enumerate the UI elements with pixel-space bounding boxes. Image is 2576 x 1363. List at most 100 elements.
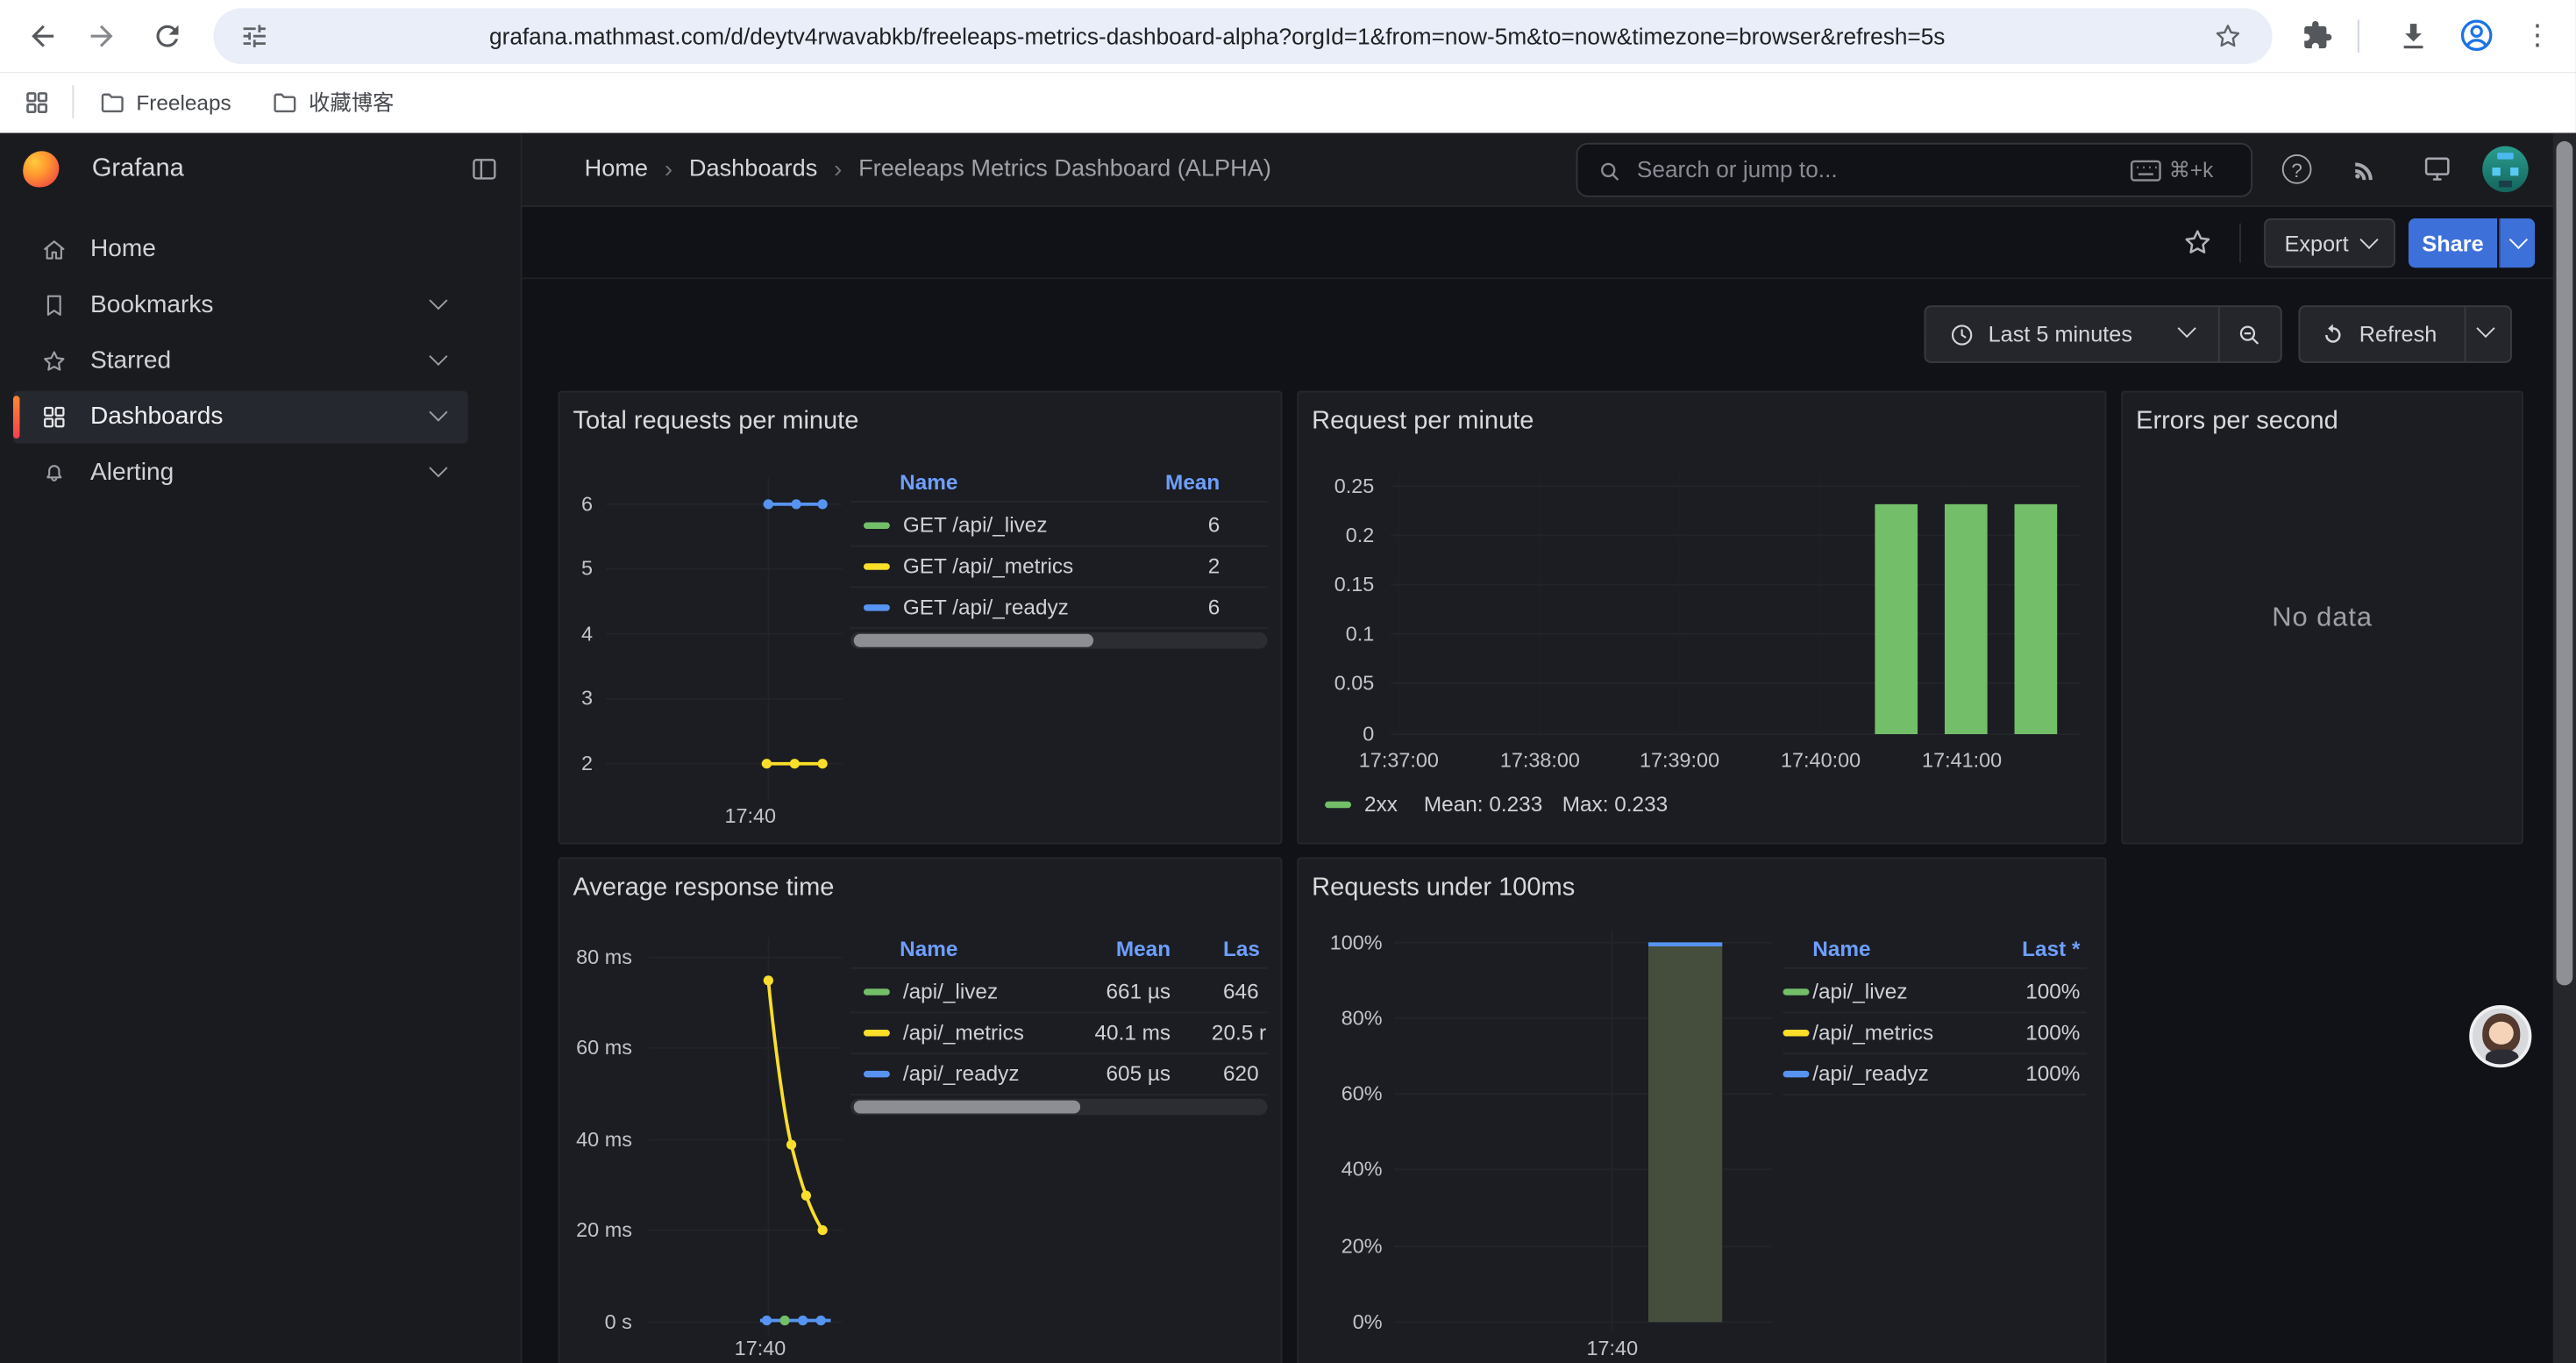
breadcrumb-dashboards[interactable]: Dashboards — [689, 156, 817, 182]
legend-name[interactable]: /api/_livez — [1812, 979, 1907, 1005]
legend-header-name[interactable]: Name — [1812, 936, 1870, 962]
panel-errors-per-second[interactable]: Errors per second No data — [2121, 391, 2523, 845]
legend-name[interactable]: GET /api/_livez — [903, 512, 1048, 539]
legend-last: 100% — [1962, 1020, 2081, 1046]
legend-header-name[interactable]: Name — [900, 936, 957, 962]
legend-series[interactable]: 2xx — [1364, 792, 1398, 818]
legend-name[interactable]: /api/_readyz — [903, 1061, 1020, 1088]
group-divider — [2218, 307, 2220, 361]
legend-header-last[interactable]: Las — [1223, 936, 1260, 962]
grafana-sidebar: Grafana Home Bookmarks Starred Dashboard… — [0, 133, 522, 1363]
clock-icon — [1949, 322, 1975, 348]
series-color-pill — [864, 1071, 890, 1077]
sidebar-item-starred[interactable]: Starred — [13, 335, 468, 388]
search-icon — [1598, 160, 1622, 184]
dashboard-toolbar: Export Share — [522, 207, 2575, 279]
legend-name[interactable]: /api/_metrics — [903, 1020, 1024, 1046]
bookmark-label: Freeleaps — [136, 72, 231, 132]
panel-total-requests[interactable]: Total requests per minute 6 5 4 3 2 17:4… — [559, 391, 1283, 845]
share-menu-button[interactable] — [2499, 218, 2535, 268]
bookmark-star-icon[interactable] — [2213, 21, 2243, 51]
legend-max: Max: 0.233 — [1562, 792, 1668, 818]
panel-avg-response-time[interactable]: Average response time 80 ms 60 ms 40 ms … — [559, 857, 1283, 1363]
legend-header-last[interactable]: Last * — [1962, 936, 2081, 962]
export-button[interactable]: Export — [2264, 218, 2395, 268]
search-input[interactable]: Search or jump to... ⌘+k — [1576, 143, 2252, 197]
sidebar-item-home[interactable]: Home — [13, 224, 468, 276]
legend-scrollbar-thumb[interactable] — [854, 1101, 1080, 1114]
legend-name[interactable]: /api/_readyz — [1812, 1061, 1929, 1088]
legend-name[interactable]: /api/_livez — [903, 979, 998, 1005]
chevron-down-icon[interactable] — [429, 347, 447, 366]
legend-last: 620 — [1223, 1061, 1259, 1088]
legend-mean: 6 — [1101, 512, 1220, 539]
legend-divider — [850, 967, 1268, 969]
user-avatar[interactable] — [2482, 146, 2528, 192]
profile-icon[interactable] — [2458, 17, 2495, 54]
back-icon[interactable] — [26, 19, 59, 52]
news-rss-icon[interactable] — [2351, 154, 2380, 184]
dock-menu-icon[interactable] — [470, 154, 500, 184]
legend-name[interactable]: GET /api/_metrics — [903, 553, 1073, 580]
bookmark-folder-freeleaps[interactable]: Freeleaps — [98, 72, 231, 132]
grafana-logo[interactable] — [23, 151, 59, 187]
legend-header-mean[interactable]: Mean — [1052, 936, 1171, 962]
page-scrollbar-thumb[interactable] — [2556, 141, 2572, 985]
legend-scrollbar-thumb[interactable] — [854, 634, 1093, 647]
sidebar-item-label: Starred — [90, 335, 171, 388]
sidebar-item-dashboards[interactable]: Dashboards — [13, 391, 468, 444]
url-bar[interactable]: grafana.mathmast.com/d/deytv4rwavabkb/fr… — [213, 8, 2272, 64]
url-text[interactable]: grafana.mathmast.com/d/deytv4rwavabkb/fr… — [489, 8, 1945, 64]
refresh-group: Refresh — [2299, 305, 2512, 363]
help-glyph: ? — [2291, 160, 2302, 182]
series-color-pill — [1325, 802, 1351, 808]
sidebar-item-alerting[interactable]: Alerting — [13, 446, 468, 499]
page-scrollbar-track[interactable] — [2553, 133, 2576, 1363]
share-label: Share — [2422, 231, 2483, 255]
bookmark-folder-blogs[interactable]: 收藏博客 — [271, 72, 394, 132]
breadcrumb-separator: › — [834, 155, 842, 183]
chevron-down-icon[interactable] — [429, 403, 447, 421]
panel-requests-under-100ms[interactable]: Requests under 100ms 100% 80% 60% 40% 20… — [1297, 857, 2106, 1363]
menu-icon[interactable]: ⋮ — [2523, 0, 2551, 72]
share-button[interactable]: Share — [2409, 218, 2497, 268]
extensions-icon[interactable] — [2302, 19, 2333, 51]
group-divider — [2465, 307, 2466, 361]
dashboards-icon — [41, 404, 68, 431]
tv-kiosk-icon[interactable] — [2422, 153, 2453, 184]
sidebar-item-bookmarks[interactable]: Bookmarks — [13, 279, 468, 332]
browser-toolbar: grafana.mathmast.com/d/deytv4rwavabkb/fr… — [0, 0, 2576, 72]
chevron-down-icon[interactable] — [2476, 319, 2494, 338]
legend-divider — [1783, 1011, 2087, 1013]
downloads-icon[interactable] — [2397, 19, 2430, 52]
chevron-down-icon[interactable] — [429, 291, 447, 310]
legend-name[interactable]: /api/_metrics — [1812, 1020, 1933, 1046]
panel-request-per-minute[interactable]: Request per minute 0.25 0.2 0.15 0.1 0.0… — [1297, 391, 2106, 845]
keyboard-icon — [2130, 160, 2162, 182]
site-settings-icon[interactable] — [239, 21, 269, 51]
forward-icon[interactable] — [85, 19, 117, 52]
legend-header-mean[interactable]: Mean — [1101, 470, 1220, 496]
floating-avatar-widget[interactable] — [2469, 1005, 2531, 1067]
reload-icon[interactable] — [151, 19, 183, 52]
chevron-down-icon — [2508, 231, 2527, 249]
refresh-icon[interactable] — [2320, 322, 2346, 348]
apps-grid-icon[interactable] — [23, 89, 51, 117]
legend-divider — [1783, 967, 2087, 969]
legend-divider — [850, 627, 1268, 629]
breadcrumb-home[interactable]: Home — [585, 156, 648, 182]
bookmarks-divider — [72, 85, 74, 118]
legend-divider — [850, 1011, 1268, 1013]
brand-name: Grafana — [92, 133, 184, 205]
time-range-label[interactable]: Last 5 minutes — [1989, 307, 2132, 361]
legend-header-name[interactable]: Name — [900, 470, 957, 496]
zoom-out-icon[interactable] — [2236, 322, 2262, 348]
help-icon[interactable]: ? — [2282, 154, 2312, 184]
refresh-label[interactable]: Refresh — [2359, 307, 2437, 361]
chevron-down-icon[interactable] — [2178, 319, 2196, 338]
avatar-detail — [2497, 153, 2514, 159]
star-dashboard-icon[interactable] — [2182, 226, 2214, 258]
legend-mean: Mean: 0.233 — [1424, 792, 1542, 818]
chevron-down-icon[interactable] — [429, 459, 447, 477]
legend-name[interactable]: GET /api/_readyz — [903, 595, 1069, 621]
